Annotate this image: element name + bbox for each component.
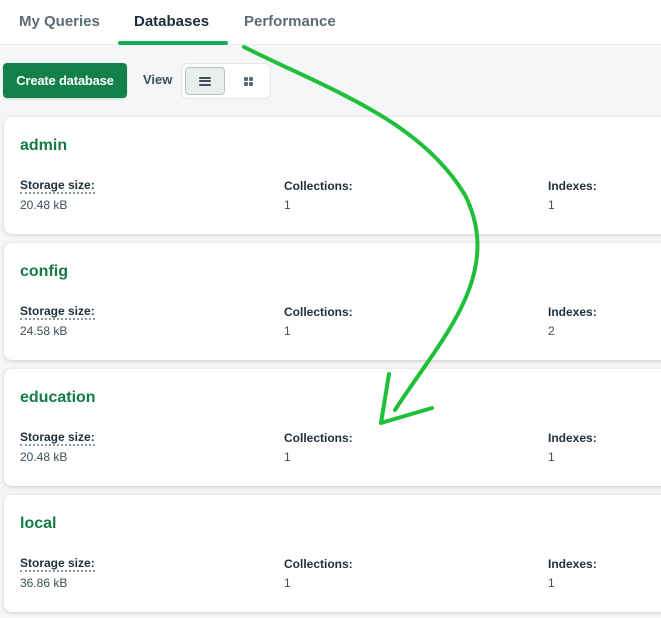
view-toggle bbox=[181, 63, 271, 99]
tab-databases[interactable]: Databases bbox=[134, 0, 209, 45]
database-name[interactable]: admin bbox=[20, 137, 67, 155]
storage-size-value: 20.48 kB bbox=[20, 198, 68, 212]
storage-size-value: 36.86 kB bbox=[20, 576, 68, 590]
indexes-label: Indexes: bbox=[548, 179, 597, 193]
indexes-label: Indexes: bbox=[548, 305, 597, 319]
indexes-value: 1 bbox=[548, 450, 555, 464]
storage-size-label: Storage size: bbox=[20, 178, 95, 194]
list-view-button[interactable] bbox=[185, 67, 225, 95]
storage-size-label: Storage size: bbox=[20, 556, 95, 572]
storage-size-label: Storage size: bbox=[20, 304, 95, 320]
database-name[interactable]: local bbox=[20, 515, 56, 533]
toolbar: Create database View bbox=[0, 45, 661, 113]
tab-my-queries[interactable]: My Queries bbox=[19, 0, 100, 45]
collections-value: 1 bbox=[284, 450, 291, 464]
view-label: View bbox=[143, 72, 173, 87]
grid-view-button[interactable] bbox=[228, 67, 268, 95]
indexes-label: Indexes: bbox=[548, 431, 597, 445]
collections-value: 1 bbox=[284, 324, 291, 338]
tab-performance[interactable]: Performance bbox=[244, 0, 336, 45]
database-card-education[interactable]: education Storage size: 20.48 kB Collect… bbox=[4, 369, 661, 486]
storage-size-label: Storage size: bbox=[20, 430, 95, 446]
database-card-local[interactable]: local Storage size: 36.86 kB Collections… bbox=[4, 495, 661, 612]
collections-label: Collections: bbox=[284, 431, 353, 445]
grid-icon bbox=[243, 76, 253, 86]
indexes-label: Indexes: bbox=[548, 557, 597, 571]
collections-label: Collections: bbox=[284, 305, 353, 319]
storage-size-value: 24.58 kB bbox=[20, 324, 68, 338]
database-card-config[interactable]: config Storage size: 24.58 kB Collection… bbox=[4, 243, 661, 360]
database-name[interactable]: config bbox=[20, 263, 68, 281]
indexes-value: 2 bbox=[548, 324, 555, 338]
collections-value: 1 bbox=[284, 576, 291, 590]
list-icon bbox=[199, 76, 211, 86]
collections-value: 1 bbox=[284, 198, 291, 212]
indexes-value: 1 bbox=[548, 576, 555, 590]
indexes-value: 1 bbox=[548, 198, 555, 212]
database-card-admin[interactable]: admin Storage size: 20.48 kB Collections… bbox=[4, 117, 661, 234]
create-database-button[interactable]: Create database bbox=[3, 63, 127, 98]
storage-size-value: 20.48 kB bbox=[20, 450, 68, 464]
collections-label: Collections: bbox=[284, 557, 353, 571]
tab-bar: My Queries Databases Performance bbox=[0, 0, 661, 45]
collections-label: Collections: bbox=[284, 179, 353, 193]
database-name[interactable]: education bbox=[20, 389, 96, 407]
